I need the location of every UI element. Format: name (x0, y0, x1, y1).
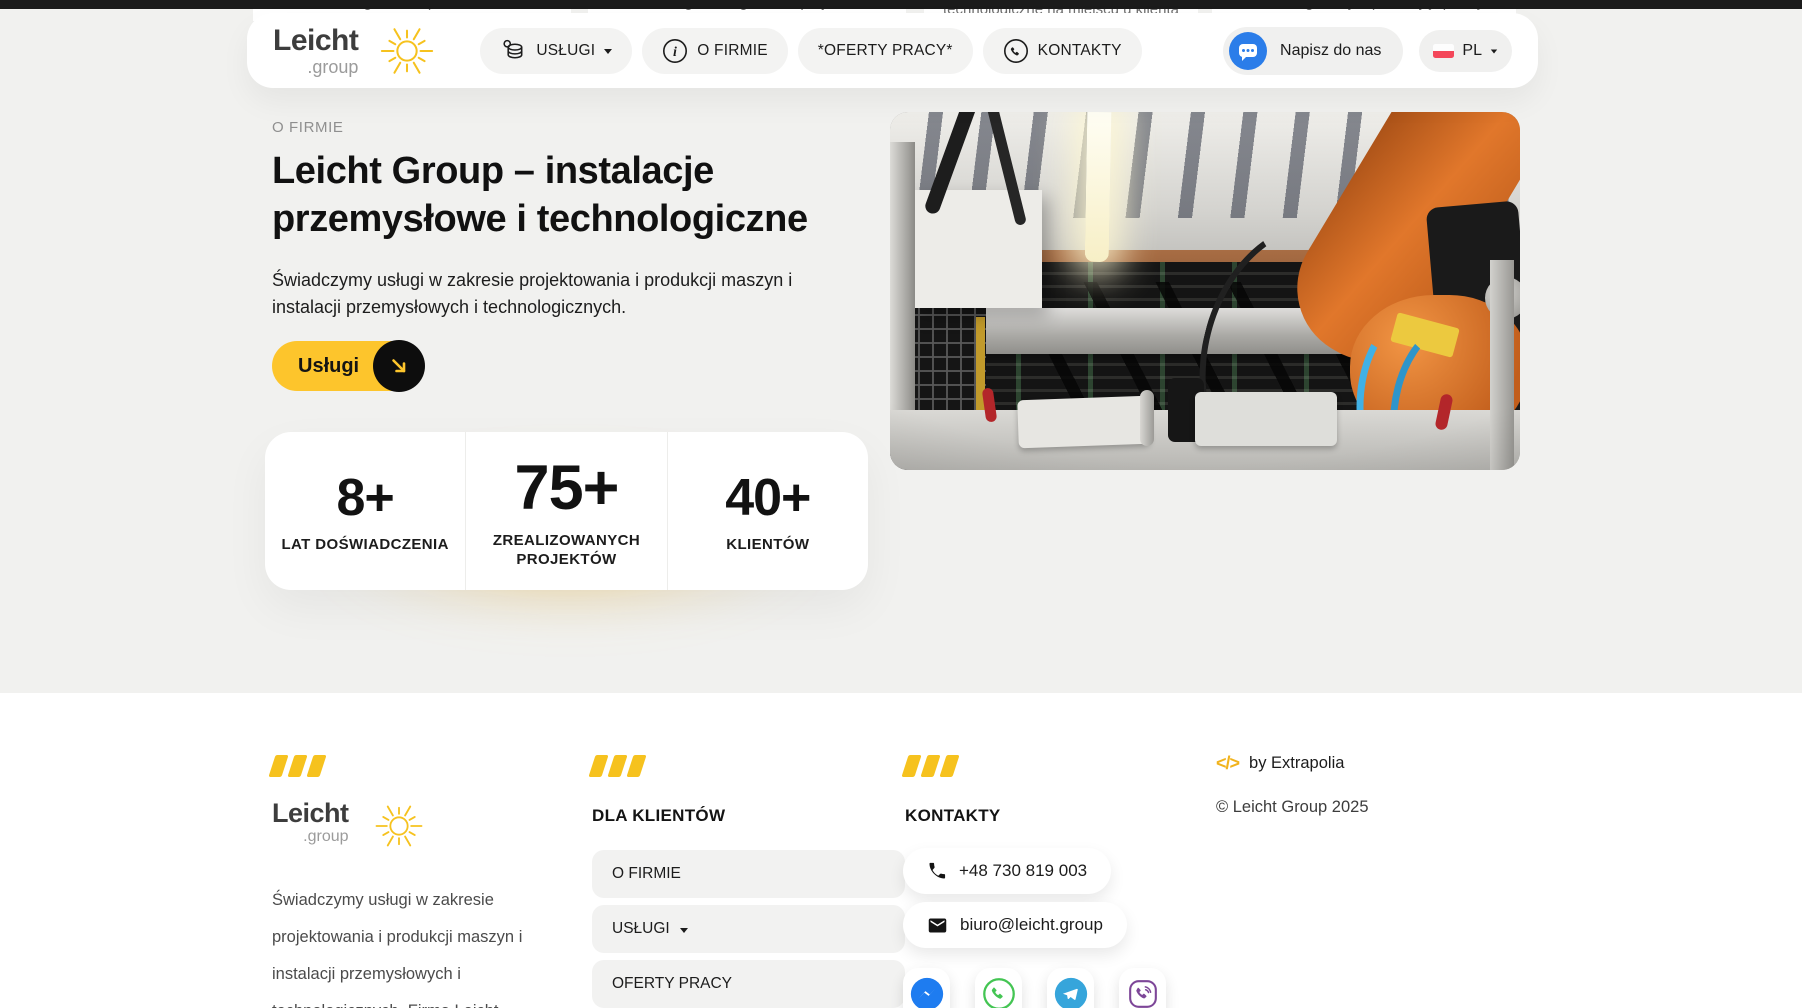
nav-item-label: *OFERTY PRACY* (817, 41, 953, 59)
stat-value: 75+ (514, 453, 620, 524)
info-icon: i (663, 38, 688, 63)
email-button[interactable]: biuro@leicht.group (903, 902, 1127, 948)
footer-about-text: Świadczymy usługi w zakresie projektowan… (272, 891, 523, 1008)
coins-icon (503, 39, 523, 59)
chat-icon (1229, 31, 1268, 70)
viber-icon (1128, 980, 1157, 1008)
footer-link-label: O FIRMIE (612, 865, 681, 882)
telegram-button[interactable] (1047, 968, 1094, 1008)
footer-logo[interactable]: Leicht .group (272, 800, 425, 852)
email-address: biuro@leicht.group (960, 915, 1103, 934)
stat-projects: 75+ ZREALIZOWANYCH PROJEKTÓW (465, 432, 666, 590)
services-button-label: Usługi (298, 354, 360, 377)
stat-label: ZREALIZOWANYCH PROJEKTÓW (492, 532, 641, 568)
phone-handset-icon (929, 862, 946, 879)
footer-links: O FIRMIE USŁUGI OFERTY PRACY (592, 850, 905, 1008)
page-title: Leicht Group – instalacje przemysłowe i … (272, 150, 808, 240)
telegram-icon (1054, 977, 1087, 1008)
footer-link-uslugi[interactable]: USŁUGI (592, 905, 905, 953)
nav-items: USŁUGI i O FIRMIE *OFERTY PRACY* KONTAKT… (480, 27, 1142, 74)
accent-marks (901, 755, 960, 777)
nav-item-label: O FIRMIE (697, 41, 768, 59)
nav-item-o-firmie[interactable]: i O FIRMIE (642, 27, 788, 74)
viber-button[interactable] (1119, 968, 1166, 1008)
hero-description: Świadczymy usługi w zakresie projektowan… (272, 270, 793, 317)
logo[interactable]: Leicht .group (273, 23, 359, 77)
developer-credit-label: by Extrapolia (1249, 754, 1345, 772)
write-to-us-label: Napisz do nas (1280, 41, 1382, 59)
whatsapp-icon (982, 978, 1015, 1008)
stat-value: 40+ (725, 468, 811, 527)
phone-icon (1003, 38, 1028, 63)
nav-item-label: USŁUGI (536, 41, 596, 59)
stats-card: 8+ LAT DOŚWIADCZENIA 75+ ZREALIZOWANYCH … (265, 432, 868, 590)
footer-link-oferty-pracy[interactable]: OFERTY PRACY (592, 960, 905, 1008)
phone-number: +48 730 819 003 (959, 861, 1088, 880)
logo-suffix: .group (307, 56, 359, 77)
stat-label: LAT DOŚWIADCZENIA (281, 535, 449, 553)
write-to-us-button[interactable]: Napisz do nas (1223, 26, 1404, 75)
footer-link-label: OFERTY PRACY (612, 975, 733, 992)
stat-value: 8+ (336, 468, 395, 527)
header-right: Napisz do nas PL (1223, 26, 1512, 75)
social-buttons (903, 968, 1166, 1008)
logo-name: Leicht (273, 23, 359, 57)
accent-marks (588, 755, 647, 777)
language-selector[interactable]: PL (1419, 29, 1512, 72)
pl-flag-icon (1433, 43, 1455, 58)
accent-marks (268, 755, 327, 777)
header: Leicht .group USŁUGI i O FIRMIE *OFERTY … (247, 13, 1538, 88)
messenger-icon (910, 977, 943, 1008)
hero-image (890, 112, 1520, 470)
footer-contacts-title: KONTAKTY (905, 806, 1001, 825)
phone-button[interactable]: +48 730 819 003 (903, 848, 1112, 894)
code-icon: </> (1216, 753, 1240, 773)
nav-item-uslugi[interactable]: USŁUGI (480, 27, 633, 74)
chevron-down-icon (679, 927, 688, 933)
envelope-icon (928, 918, 947, 932)
stat-experience: 8+ LAT DOŚWIADCZENIA (265, 432, 465, 590)
language-code: PL (1462, 41, 1482, 59)
sun-icon (375, 805, 422, 847)
logo-name: Leicht (272, 798, 349, 828)
footer-link-label: USŁUGI (612, 920, 670, 937)
chevron-down-icon (604, 49, 613, 54)
footer-link-o-firmie[interactable]: O FIRMIE (592, 850, 905, 898)
stat-label: KLIENTÓW (726, 535, 810, 553)
nav-item-oferty-pracy[interactable]: *OFERTY PRACY* (797, 27, 973, 74)
services-button[interactable]: Usługi (272, 340, 426, 392)
arrow-down-right-icon (373, 340, 426, 392)
chevron-down-icon (1490, 49, 1498, 54)
section-eyebrow: O FIRMIE (272, 119, 344, 136)
messenger-button[interactable] (903, 968, 950, 1008)
nav-item-kontakty[interactable]: KONTAKTY (982, 27, 1142, 74)
stat-clients: 40+ KLIENTÓW (666, 432, 868, 590)
developer-credit[interactable]: </> by Extrapolia (1216, 753, 1344, 774)
copyright: © Leicht Group 2025 (1216, 798, 1369, 816)
top-black-bar (0, 0, 1802, 9)
page: technologiczne dopasowane do technologic… (0, 0, 1802, 1008)
sun-icon (381, 27, 434, 74)
footer-links-title: DLA KLIENTÓW (592, 806, 726, 825)
svg-text:i: i (673, 45, 677, 60)
whatsapp-button[interactable] (975, 968, 1022, 1008)
nav-item-label: KONTAKTY (1037, 41, 1122, 59)
logo-suffix: .group (303, 828, 349, 845)
